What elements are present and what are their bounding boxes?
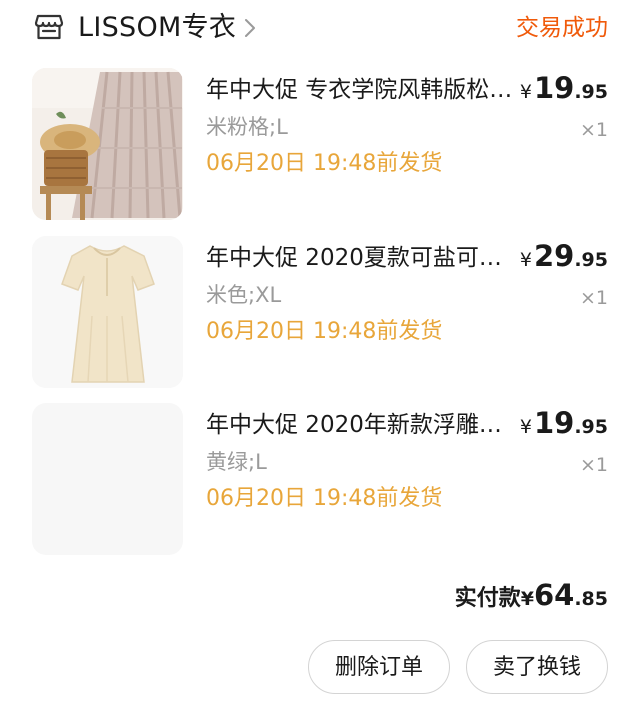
shop-name[interactable]: LISSOM专衣 <box>78 10 236 46</box>
order-total: 实付款¥64.85 <box>455 575 608 620</box>
product-price: ¥29.95 <box>520 238 608 279</box>
skirt-photo <box>32 68 183 220</box>
product-price: ¥19.95 <box>520 70 608 111</box>
product-quantity: ×1 <box>579 454 608 476</box>
product-price: ¥19.95 <box>520 405 608 446</box>
product-quantity: ×1 <box>579 119 608 141</box>
currency-symbol: ¥ <box>519 81 532 103</box>
order-status: 交易成功 <box>516 15 608 41</box>
price-integer: 19 <box>533 71 575 105</box>
product-sku: 米色;XL <box>206 283 282 307</box>
price-decimal: .95 <box>574 249 608 271</box>
shipping-deadline: 06月20日 19:48前发货 <box>206 319 443 344</box>
product-sku: 米粉格;L <box>206 115 288 139</box>
currency-symbol: ¥ <box>519 416 532 438</box>
price-decimal: .95 <box>574 416 608 438</box>
product-title[interactable]: 年中大促 2020夏款可盐可… <box>206 242 526 274</box>
order-item-1[interactable]: 年中大促 专衣学院风韩版松… ¥19.95 米粉格;L ×1 06月20日 19… <box>0 68 640 220</box>
product-image[interactable] <box>32 403 183 555</box>
total-integer: 64 <box>533 578 575 612</box>
order-item-3[interactable]: 年中大促 2020年新款浮雕… ¥19.95 黄绿;L ×1 06月20日 19… <box>0 403 640 555</box>
currency-symbol: ¥ <box>520 588 534 610</box>
order-item-2[interactable]: 年中大促 2020夏款可盐可… ¥29.95 米色;XL ×1 06月20日 1… <box>0 236 640 388</box>
currency-symbol: ¥ <box>519 249 532 271</box>
sell-resell-button[interactable]: 卖了换钱 <box>466 640 608 694</box>
product-image[interactable] <box>32 236 183 388</box>
total-decimal: .85 <box>574 588 608 610</box>
chevron-right-icon[interactable] <box>243 17 257 39</box>
total-label: 实付款 <box>454 586 521 611</box>
shipping-deadline: 06月20日 19:48前发货 <box>206 486 443 511</box>
price-integer: 29 <box>533 239 575 273</box>
product-image[interactable] <box>32 68 183 220</box>
price-decimal: .95 <box>574 81 608 103</box>
order-header: LISSOM专衣 交易成功 <box>0 0 640 58</box>
delete-order-button[interactable]: 删除订单 <box>308 640 450 694</box>
product-title[interactable]: 年中大促 专衣学院风韩版松… <box>206 74 526 106</box>
product-quantity: ×1 <box>579 287 608 309</box>
shop-icon <box>34 14 64 40</box>
product-sku: 黄绿;L <box>206 450 267 474</box>
dress-photo <box>32 236 183 388</box>
product-title[interactable]: 年中大促 2020年新款浮雕… <box>206 409 526 441</box>
price-integer: 19 <box>533 406 575 440</box>
shipping-deadline: 06月20日 19:48前发货 <box>206 151 443 176</box>
